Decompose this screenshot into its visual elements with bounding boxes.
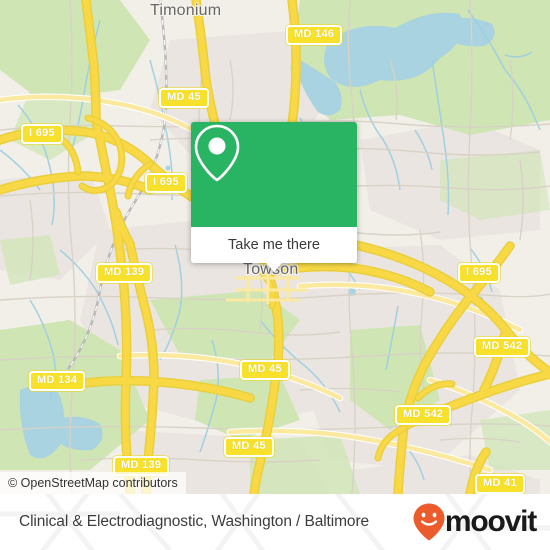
road-shield-md-139-north[interactable]: MD 139 bbox=[96, 263, 153, 283]
moovit-brand-logo[interactable]: moovit bbox=[412, 502, 537, 542]
road-shield-md-45-center[interactable]: MD 45 bbox=[240, 360, 290, 380]
road-shield-i-695-east[interactable]: I 695 bbox=[458, 263, 500, 283]
map-attribution-text: © OpenStreetMap contributors bbox=[8, 476, 178, 490]
road-shield-i-695-center[interactable]: I 695 bbox=[145, 173, 187, 193]
map-attribution[interactable]: © OpenStreetMap contributors bbox=[0, 472, 186, 494]
road-shield-md-41[interactable]: MD 41 bbox=[475, 474, 525, 494]
take-me-there-label: Take me there bbox=[228, 237, 320, 253]
moovit-station-map-page: Timonium Towson MD 146 MD 45 I 695 I 695… bbox=[0, 0, 550, 550]
destination-popup-card[interactable]: Take me there bbox=[191, 122, 357, 272]
road-shield-md-542-east[interactable]: MD 542 bbox=[474, 337, 531, 357]
road-shield-md-134[interactable]: MD 134 bbox=[29, 371, 86, 391]
road-shield-i-695-west[interactable]: I 695 bbox=[21, 124, 63, 144]
road-shield-md-45-north[interactable]: MD 45 bbox=[159, 88, 209, 108]
footer-bar: Clinical & Electrodiagnostic, Washington… bbox=[0, 494, 550, 550]
moovit-smiley-pin-icon bbox=[413, 503, 445, 541]
map-pin-icon bbox=[194, 124, 240, 182]
place-label-timonium: Timonium bbox=[150, 2, 222, 19]
popup-tail-pointer bbox=[266, 263, 282, 272]
take-me-there-button[interactable]: Take me there bbox=[191, 227, 357, 272]
road-shield-md-45-south[interactable]: MD 45 bbox=[224, 437, 274, 457]
map-canvas[interactable]: Timonium Towson MD 146 MD 45 I 695 I 695… bbox=[0, 0, 550, 494]
road-shield-md-542-south[interactable]: MD 542 bbox=[395, 405, 452, 425]
page-title: Clinical & Electrodiagnostic, Washington… bbox=[19, 513, 370, 530]
road-shield-md-146[interactable]: MD 146 bbox=[286, 25, 343, 45]
moovit-wordmark: moovit bbox=[444, 505, 537, 538]
popup-pin-panel bbox=[191, 122, 357, 227]
